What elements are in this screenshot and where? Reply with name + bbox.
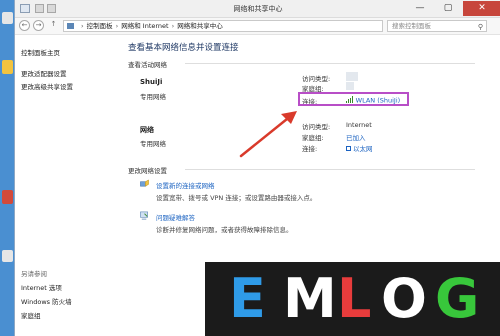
watermark-letter-m: M xyxy=(283,267,337,330)
desktop-icon[interactable] xyxy=(2,12,13,24)
desktop-icon[interactable] xyxy=(2,250,13,262)
watermark-letter-e: E xyxy=(229,267,266,330)
watermark-letter-o: O xyxy=(381,267,427,330)
desktop-icon[interactable] xyxy=(2,190,13,204)
desktop-icon[interactable] xyxy=(2,60,13,74)
watermark-letter-g: G xyxy=(435,267,480,330)
watermark-letter-l: L xyxy=(337,267,372,330)
emlog-watermark: E M L O G xyxy=(205,262,500,336)
